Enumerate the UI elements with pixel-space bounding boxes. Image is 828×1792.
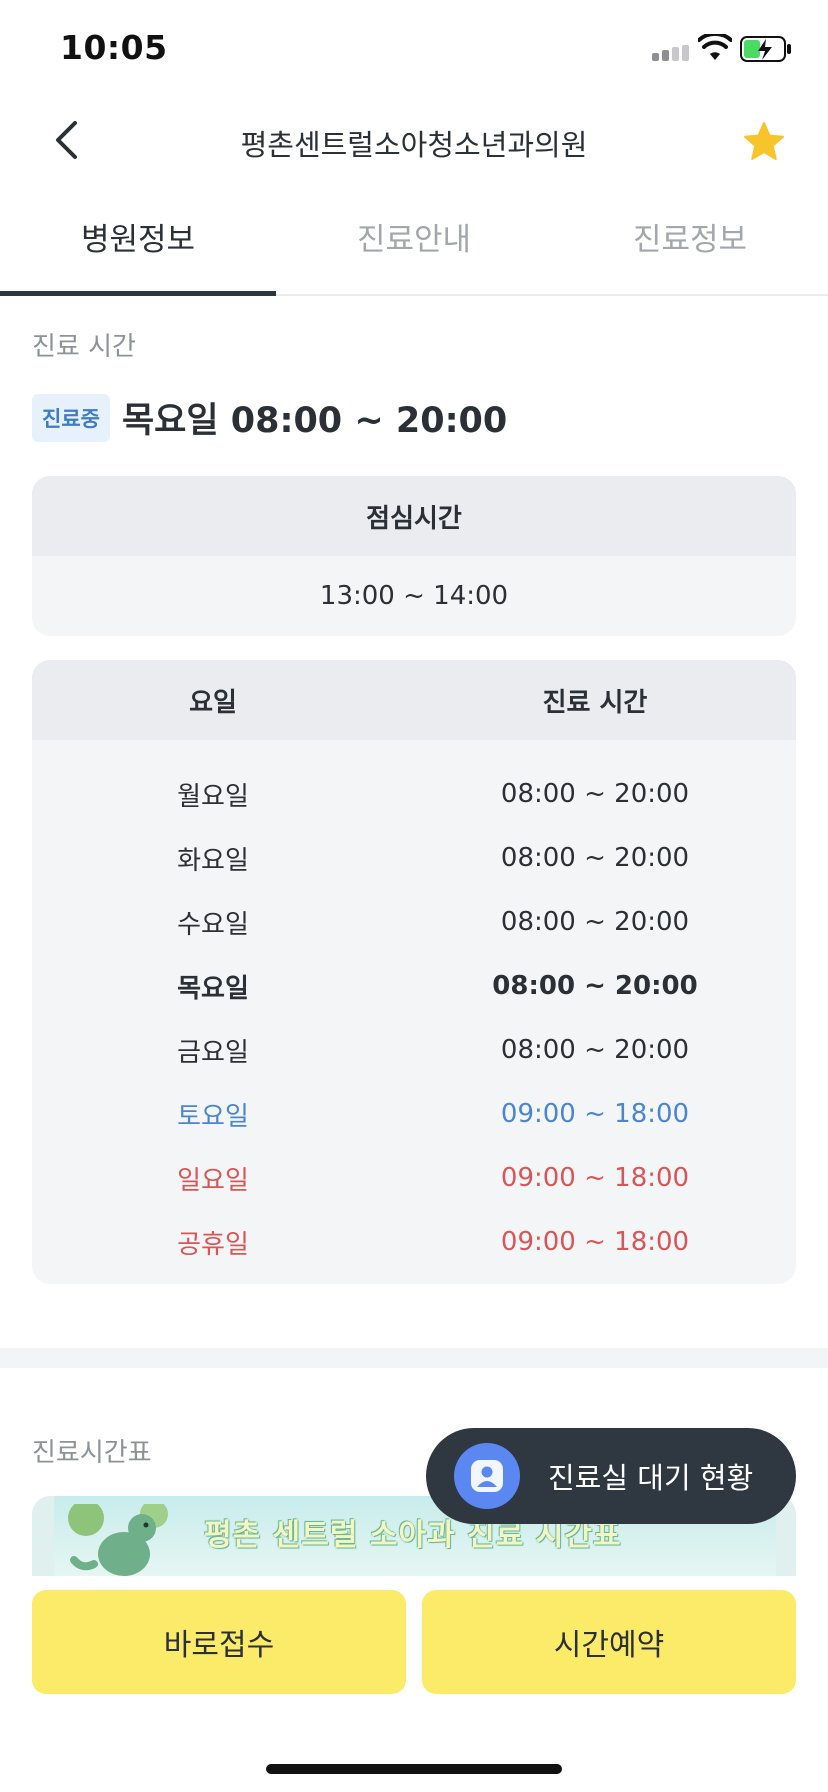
status-badge: 진료중	[32, 393, 110, 442]
cellular-signal-icon	[652, 45, 689, 61]
waiting-status-button[interactable]: 진료실 대기 현황	[426, 1428, 796, 1524]
reserve-button[interactable]: 시간예약	[422, 1590, 796, 1694]
day-cell: 화요일	[177, 845, 249, 876]
dinosaur-illustration	[68, 1504, 168, 1576]
table-row: 화요일 08:00 ~ 20:00	[32, 826, 796, 890]
home-indicator[interactable]	[266, 1764, 562, 1774]
timetable-section-label: 진료시간표	[32, 1438, 152, 1468]
schedule-table: 요일 진료 시간 월요일 08:00 ~ 20:00 화요일 08:00 ~ 2…	[32, 660, 796, 1284]
lunch-card: 점심시간 13:00 ~ 14:00	[32, 476, 796, 636]
schedule-header: 요일 진료 시간	[32, 660, 796, 740]
hours-section-label: 진료 시간	[32, 332, 136, 362]
lunch-header: 점심시간	[32, 476, 796, 556]
lunch-header-label: 점심시간	[366, 503, 462, 534]
table-row-holiday: 공휴일 09:00 ~ 18:00	[32, 1210, 796, 1274]
day-cell: 수요일	[177, 909, 249, 940]
table-row-saturday: 토요일 09:00 ~ 18:00	[32, 1082, 796, 1146]
battery-charging-icon	[740, 36, 791, 62]
time-cell: 08:00 ~ 20:00	[500, 907, 690, 937]
tab-treatment-info[interactable]: 진료정보	[552, 200, 828, 294]
schedule-rows: 월요일 08:00 ~ 20:00 화요일 08:00 ~ 20:00 수요일 …	[32, 740, 796, 1274]
time-cell: 09:00 ~ 18:00	[500, 1163, 690, 1193]
day-cell: 금요일	[177, 1037, 249, 1068]
favorite-star-icon[interactable]	[742, 120, 786, 164]
person-icon	[454, 1443, 520, 1509]
lunch-time: 13:00 ~ 14:00	[319, 581, 509, 611]
status-time: 10:05	[60, 28, 168, 67]
time-cell: 09:00 ~ 18:00	[500, 1099, 690, 1129]
walk-in-button[interactable]: 바로접수	[32, 1590, 406, 1694]
column-header-time: 진료 시간	[542, 687, 648, 718]
table-row-sunday: 일요일 09:00 ~ 18:00	[32, 1146, 796, 1210]
column-header-day: 요일	[189, 687, 237, 718]
table-row: 금요일 08:00 ~ 20:00	[32, 1018, 796, 1082]
tab-hospital-info[interactable]: 병원정보	[0, 200, 276, 296]
day-cell: 토요일	[177, 1101, 249, 1132]
tab-bar: 병원정보 진료안내 진료정보	[0, 200, 828, 296]
wifi-icon	[698, 34, 732, 60]
time-cell: 08:00 ~ 20:00	[500, 779, 690, 809]
day-cell: 월요일	[177, 781, 249, 812]
time-cell: 08:00 ~ 20:00	[492, 971, 698, 1001]
current-hours: 진료중 목요일 08:00 ~ 20:00	[32, 392, 507, 443]
time-cell: 09:00 ~ 18:00	[500, 1227, 690, 1257]
waiting-status-label: 진료실 대기 현황	[548, 1461, 754, 1495]
table-row-today: 목요일 08:00 ~ 20:00	[32, 954, 796, 1018]
tab-treatment-guide[interactable]: 진료안내	[276, 200, 552, 294]
page-title: 평촌센트럴소아청소년과의원	[240, 128, 588, 162]
time-cell: 08:00 ~ 20:00	[500, 1035, 690, 1065]
section-divider	[0, 1348, 828, 1368]
status-bar: 10:05	[0, 0, 828, 100]
time-cell: 08:00 ~ 20:00	[500, 843, 690, 873]
day-cell: 일요일	[177, 1165, 249, 1196]
table-row: 수요일 08:00 ~ 20:00	[32, 890, 796, 954]
table-row: 월요일 08:00 ~ 20:00	[32, 762, 796, 826]
today-hours: 목요일 08:00 ~ 20:00	[121, 401, 508, 441]
day-cell: 공휴일	[177, 1229, 249, 1260]
day-cell: 목요일	[177, 973, 249, 1004]
bottom-action-bar: 바로접수 시간예약	[0, 1576, 828, 1792]
